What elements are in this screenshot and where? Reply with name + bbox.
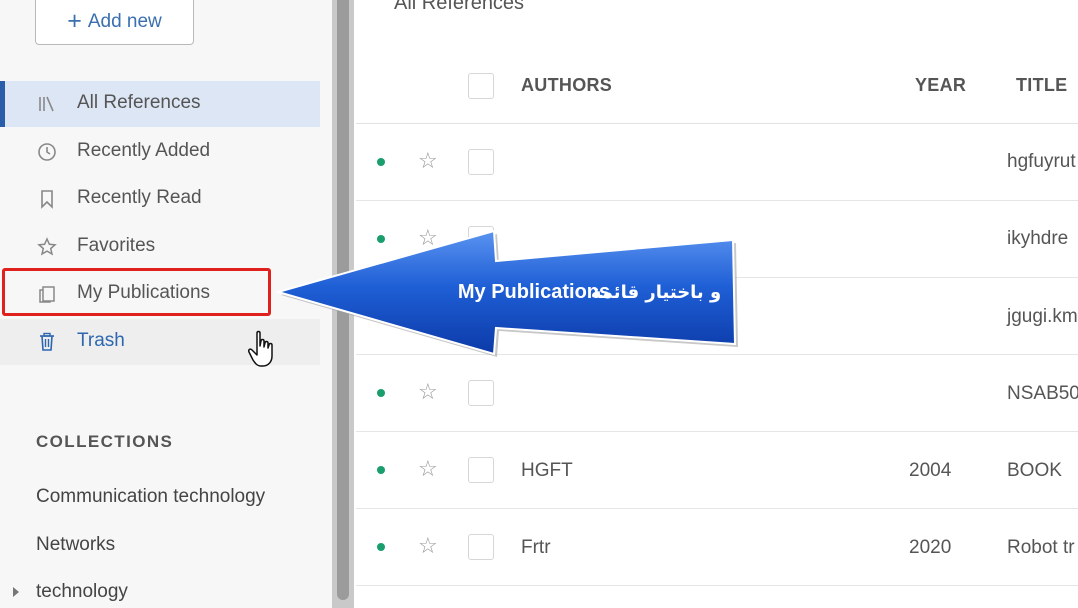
add-new-button[interactable]: + Add new [35,0,194,45]
collections-heading: COLLECTIONS [36,432,174,451]
page-title: All References [394,0,525,14]
row-checkbox[interactable] [468,380,494,406]
sidebar-item-label: Recently Read [77,187,202,208]
cell-title: ikyhdre [1007,228,1069,249]
row-checkbox[interactable] [468,534,494,560]
unread-dot-icon [377,158,385,166]
sidebar-item-label: Favorites [77,235,156,256]
collection-item-communication-technology[interactable]: Communication technology [36,486,265,508]
cell-year: 2020 [909,537,952,558]
callout-text-ar: و باختيار قائمة [591,282,721,303]
column-header-authors[interactable]: AUTHORS [521,75,612,96]
sidebar-item-favorites[interactable]: Favorites [0,224,320,270]
cell-title: Robot tr [1007,537,1075,558]
sidebar-item-recently-read[interactable]: Recently Read [0,176,320,222]
hand-cursor-icon [248,330,273,367]
star-icon[interactable]: ☆ [418,150,438,172]
star-icon[interactable]: ☆ [418,381,438,403]
clock-icon [36,141,58,163]
caret-right-icon[interactable] [13,587,19,597]
row-checkbox[interactable] [468,457,494,483]
plus-icon: + [67,7,82,35]
table-row[interactable] [356,355,1078,432]
cell-title: jgugi.kmi [1007,306,1078,327]
star-icon[interactable]: ☆ [418,535,438,557]
sidebar-item-label: All References [77,92,201,113]
sidebar-item-label: Recently Added [77,140,211,161]
row-checkbox[interactable] [468,149,494,175]
add-new-label: Add new [87,10,162,32]
star-icon [36,236,58,258]
table-row[interactable] [356,124,1078,201]
unread-dot-icon [377,389,385,397]
cell-title: NSAB50 [1007,383,1078,404]
callout-arrow: My Publications و باختيار قائمة [276,229,738,357]
cell-authors: Frtr [521,537,551,558]
sidebar-item-label: Trash [77,330,125,351]
trash-icon [36,331,58,353]
collection-item-technology[interactable]: technology [36,581,128,603]
unread-dot-icon [377,466,385,474]
table-row[interactable] [356,509,1078,586]
unread-dot-icon [377,543,385,551]
cell-year: 2004 [909,460,952,481]
collection-item-networks[interactable]: Networks [36,534,115,556]
bookmark-icon [36,188,58,210]
column-header-year[interactable]: YEAR [915,75,966,96]
table-header [356,48,1078,124]
callout-text-en: My Publications [458,281,610,303]
select-all-checkbox[interactable] [468,73,494,99]
cell-authors: HGFT [521,460,573,481]
cell-title: hgfuyrut [1007,151,1076,172]
cell-title: BOOK [1007,460,1062,481]
highlight-box [2,268,271,316]
star-icon[interactable]: ☆ [418,458,438,480]
sidebar-item-all-references[interactable]: All References [0,81,320,127]
library-icon [36,93,58,115]
column-header-title[interactable]: TITLE [1016,75,1068,96]
sidebar-item-recently-added[interactable]: Recently Added [0,129,320,175]
table-row[interactable] [356,432,1078,509]
